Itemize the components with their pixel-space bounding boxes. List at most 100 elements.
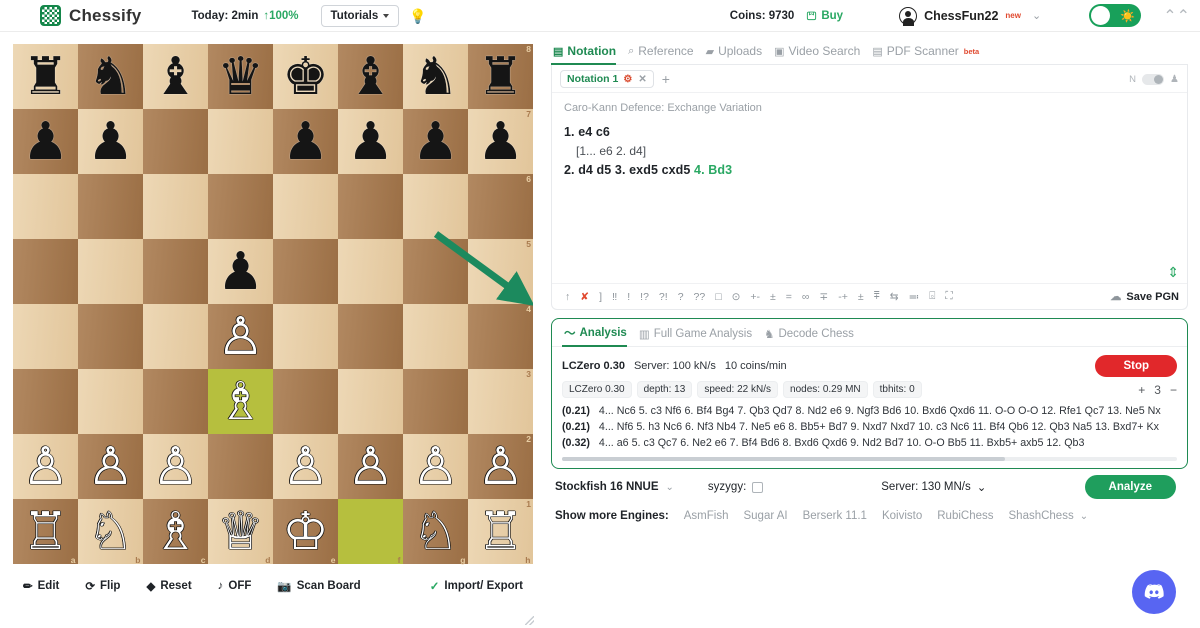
- board-square-c5[interactable]: [143, 239, 208, 304]
- annotation-button-12[interactable]: ±: [765, 289, 781, 305]
- board-square-b8[interactable]: ♞: [78, 44, 143, 109]
- analysis-tab-analysis[interactable]: 〜 Analysis: [562, 325, 637, 347]
- annotation-button-21[interactable]: ⌻: [924, 288, 940, 305]
- discord-chat-button[interactable]: [1132, 570, 1176, 614]
- annotation-button-20[interactable]: ≕: [904, 289, 925, 305]
- board-square-c1[interactable]: ♗ c: [143, 499, 208, 564]
- engine-select[interactable]: Stockfish 16 NNUE ⌄: [555, 481, 674, 493]
- board-square-c6[interactable]: [143, 174, 208, 239]
- board-square-c4[interactable]: [143, 304, 208, 369]
- annotation-button-14[interactable]: ∞: [797, 289, 815, 305]
- annotation-button-19[interactable]: ⇆: [885, 289, 904, 305]
- board-square-f6[interactable]: [338, 174, 403, 239]
- annotation-button-7[interactable]: ?: [673, 289, 689, 305]
- gear-icon[interactable]: ⚙: [623, 74, 632, 85]
- engine-option-rubichess[interactable]: RubiChess: [937, 510, 993, 522]
- board-square-e6[interactable]: [273, 174, 338, 239]
- piece-p-h7[interactable]: ♟: [477, 116, 524, 168]
- board-square-e3[interactable]: [273, 369, 338, 434]
- piece-r-a8[interactable]: ♜: [22, 51, 69, 103]
- board-square-g2[interactable]: ♙: [403, 434, 468, 499]
- board-square-e8[interactable]: ♚: [273, 44, 338, 109]
- piece-P-d4[interactable]: ♙: [217, 311, 264, 363]
- piece-P-f2[interactable]: ♙: [347, 441, 394, 493]
- board-square-g3[interactable]: [403, 369, 468, 434]
- move-variation[interactable]: [1... e6 2. d4]: [564, 142, 1175, 161]
- engine-option-shashchess[interactable]: ShashChess: [1009, 510, 1074, 522]
- analysis-tab-full-game-analysis[interactable]: ▥ Full Game Analysis: [637, 327, 762, 346]
- annotation-button-4[interactable]: !: [622, 289, 635, 305]
- collapse-header-button[interactable]: ⌃⌃: [1163, 6, 1190, 26]
- board-square-c3[interactable]: [143, 369, 208, 434]
- analysis-horizontal-scrollbar[interactable]: [562, 457, 1177, 461]
- analysis-tab-decode-chess[interactable]: ♞ Decode Chess: [762, 327, 864, 346]
- theme-toggle[interactable]: ☀️: [1089, 4, 1142, 27]
- piece-p-e7[interactable]: ♟: [282, 116, 329, 168]
- user-menu[interactable]: ChessFun22 new ⌄: [899, 6, 1041, 26]
- board-square-a4[interactable]: [13, 304, 78, 369]
- piece-q-d8[interactable]: ♛: [217, 51, 264, 103]
- server-select[interactable]: Server: 130 MN/s ⌄: [881, 480, 986, 494]
- engine-option-asmfish[interactable]: AsmFish: [684, 510, 729, 522]
- board-square-h4[interactable]: 4: [468, 304, 533, 369]
- piece-P-c2[interactable]: ♙: [152, 441, 199, 493]
- piece-P-h2[interactable]: ♙: [477, 441, 524, 493]
- piece-R-h1[interactable]: ♖: [477, 506, 524, 558]
- piece-b-c8[interactable]: ♝: [152, 51, 199, 103]
- board-tool-off[interactable]: ♪ OFF: [207, 574, 262, 598]
- board-square-f3[interactable]: [338, 369, 403, 434]
- annotation-button-16[interactable]: -+: [833, 289, 853, 305]
- stop-button[interactable]: Stop: [1095, 355, 1177, 377]
- piece-n-g8[interactable]: ♞: [412, 51, 459, 103]
- board-tool-scan-board[interactable]: 📷 Scan Board: [267, 573, 371, 599]
- piece-r-h8[interactable]: ♜: [477, 51, 524, 103]
- analysis-line-0[interactable]: (0.21) 4... Nc6 5. c3 Nf6 6. Bf4 Bg4 7. Q…: [562, 403, 1177, 419]
- tab-pdf-scanner[interactable]: ▤ PDF Scanner beta: [870, 42, 989, 64]
- piece-P-g2[interactable]: ♙: [412, 441, 459, 493]
- board-square-e2[interactable]: ♙: [273, 434, 338, 499]
- board-square-h8[interactable]: ♜ 8: [468, 44, 533, 109]
- board-square-c8[interactable]: ♝: [143, 44, 208, 109]
- board-square-d2[interactable]: [208, 434, 273, 499]
- board-square-a5[interactable]: [13, 239, 78, 304]
- board-square-f5[interactable]: [338, 239, 403, 304]
- pawn-icon[interactable]: ♟: [1170, 74, 1179, 85]
- board-square-b1[interactable]: ♘ b: [78, 499, 143, 564]
- board-square-f7[interactable]: ♟: [338, 109, 403, 174]
- tab-uploads[interactable]: ▰ Uploads: [704, 42, 773, 64]
- move-line-1[interactable]: 1. e4 c6: [564, 123, 1175, 142]
- annotation-button-1[interactable]: ✘: [575, 289, 594, 305]
- annotation-button-22[interactable]: ⛶: [940, 288, 957, 305]
- piece-p-g7[interactable]: ♟: [412, 116, 459, 168]
- board-square-g6[interactable]: [403, 174, 468, 239]
- board-square-f2[interactable]: ♙: [338, 434, 403, 499]
- annotation-button-0[interactable]: ↑: [560, 289, 575, 305]
- piece-B-c1[interactable]: ♗: [152, 506, 199, 558]
- board-square-e1[interactable]: ♔ e: [273, 499, 338, 564]
- analysis-line-2[interactable]: (0.32) 4... a6 5. c3 Qc7 6. Ne2 e6 7. Bf4…: [562, 435, 1177, 451]
- board-square-d5[interactable]: ♟: [208, 239, 273, 304]
- annotation-button-11[interactable]: +-: [745, 289, 765, 305]
- board-square-e5[interactable]: [273, 239, 338, 304]
- piece-k-e8[interactable]: ♚: [282, 51, 329, 103]
- board-tool-flip[interactable]: ⟳ Flip: [75, 573, 131, 599]
- board-square-c7[interactable]: [143, 109, 208, 174]
- annotation-button-18[interactable]: ⩱: [869, 288, 885, 305]
- annotation-button-10[interactable]: ⊙: [727, 289, 746, 305]
- close-icon[interactable]: ✕: [638, 74, 646, 85]
- annotation-button-15[interactable]: ∓: [814, 289, 833, 305]
- plus-icon[interactable]: +: [662, 71, 670, 87]
- piece-p-b7[interactable]: ♟: [87, 116, 134, 168]
- piece-Q-d1[interactable]: ♕: [217, 506, 264, 558]
- board-square-h7[interactable]: ♟ 7: [468, 109, 533, 174]
- piece-K-e1[interactable]: ♔: [282, 506, 329, 558]
- notation-mode-toggle[interactable]: [1142, 73, 1165, 85]
- syzygy-checkbox[interactable]: [752, 481, 764, 493]
- piece-R-a1[interactable]: ♖: [22, 506, 69, 558]
- board-tool-reset[interactable]: ◆ Reset: [136, 573, 202, 599]
- board-square-a7[interactable]: ♟: [13, 109, 78, 174]
- piece-p-d5[interactable]: ♟: [217, 246, 264, 298]
- board-square-b6[interactable]: [78, 174, 143, 239]
- board-square-a8[interactable]: ♜: [13, 44, 78, 109]
- tutorials-dropdown[interactable]: Tutorials: [320, 4, 400, 27]
